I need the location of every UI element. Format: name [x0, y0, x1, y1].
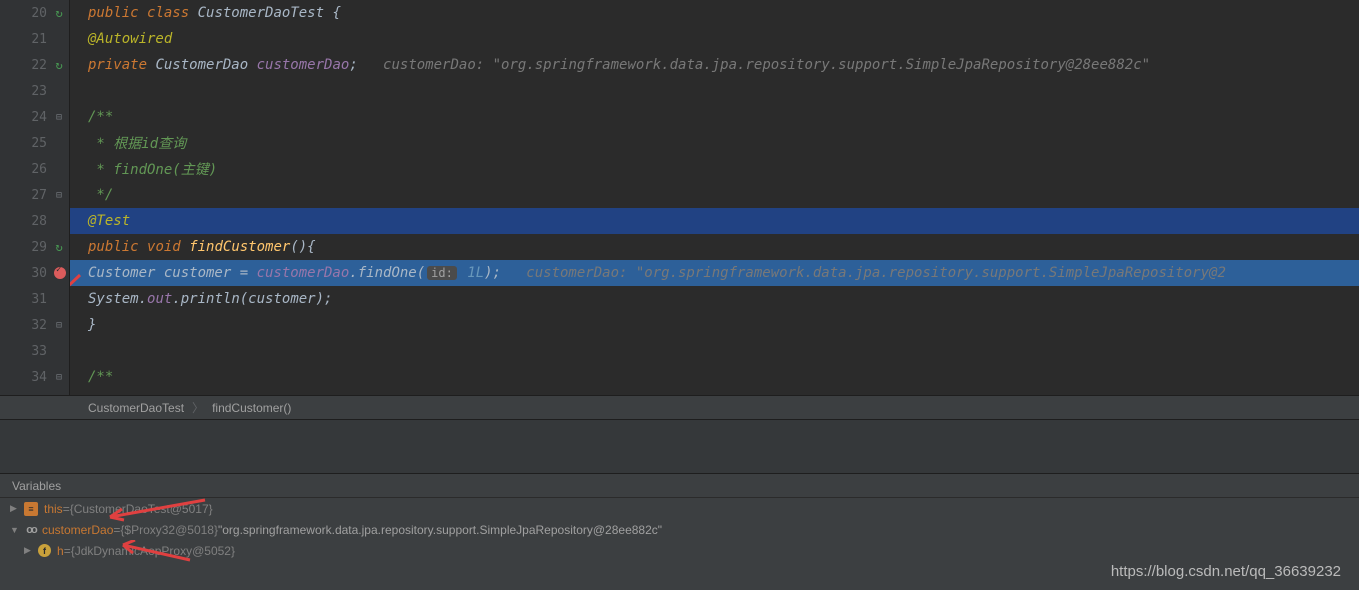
gutter-row[interactable]: 34⊟ [0, 364, 69, 390]
field-icon: f [38, 544, 51, 557]
gutter-row[interactable]: 26 [0, 156, 69, 182]
code-line[interactable] [70, 78, 1359, 104]
code-line[interactable]: } [70, 312, 1359, 338]
gutter: 20↻ 21 22↻ 23 24⊟ 25 26 27⊟ 28 29↻ 30 31… [0, 0, 70, 395]
run-icon[interactable]: ↻ [51, 57, 67, 73]
variable-value: {JdkDynamicAopProxy@5052} [71, 544, 235, 558]
fold-icon[interactable]: ⊟ [51, 109, 67, 125]
fold-icon[interactable]: ⊟ [51, 187, 67, 203]
code-line[interactable] [70, 338, 1359, 364]
code-line[interactable]: @Autowired [70, 26, 1359, 52]
code-line-current[interactable]: Customer customer = customerDao.findOne(… [70, 260, 1359, 286]
object-icon: oo [24, 523, 38, 537]
gutter-row[interactable]: 27⊟ [0, 182, 69, 208]
tree-toggle-icon[interactable]: ▼ [10, 525, 24, 535]
code-line[interactable]: private CustomerDao customerDao; custome… [70, 52, 1359, 78]
breakpoint-icon[interactable] [54, 267, 66, 279]
panel-spacer [0, 419, 1359, 473]
breadcrumb-separator: 〉 [192, 399, 204, 416]
gutter-row[interactable]: 30 [0, 260, 69, 286]
variable-value: {$Proxy32@5018} [120, 523, 218, 537]
gutter-row[interactable]: 28 [0, 208, 69, 234]
tree-toggle-icon[interactable]: ▶ [24, 545, 38, 556]
code-line[interactable]: */ [70, 182, 1359, 208]
this-icon: ≡ [24, 502, 38, 516]
gutter-row[interactable]: 31 [0, 286, 69, 312]
editor-area: 20↻ 21 22↻ 23 24⊟ 25 26 27⊟ 28 29↻ 30 31… [0, 0, 1359, 395]
fold-icon[interactable]: ⊟ [51, 369, 67, 385]
gutter-row[interactable]: 29↻ [0, 234, 69, 260]
breadcrumb-class[interactable]: CustomerDaoTest [88, 401, 184, 415]
gutter-row[interactable]: 22↻ [0, 52, 69, 78]
code-line[interactable]: public void findCustomer(){ [70, 234, 1359, 260]
variable-name: this [44, 502, 63, 516]
run-icon[interactable]: ↻ [51, 239, 67, 255]
gutter-row[interactable]: 21 [0, 26, 69, 52]
gutter-row[interactable]: 20↻ [0, 0, 69, 26]
variable-row[interactable]: ▶ f h = {JdkDynamicAopProxy@5052} [0, 540, 1359, 561]
variable-name: customerDao [42, 523, 113, 537]
code-line[interactable]: * 根据id查询 [70, 130, 1359, 156]
fold-icon[interactable]: ⊟ [51, 317, 67, 333]
variable-value: {CustomerDaoTest@5017} [70, 502, 213, 516]
code-area[interactable]: public class CustomerDaoTest { @Autowire… [70, 0, 1359, 395]
code-line[interactable]: * findOne(主键) [70, 156, 1359, 182]
variable-row[interactable]: ▶ ≡ this = {CustomerDaoTest@5017} [0, 498, 1359, 519]
variable-string: "org.springframework.data.jpa.repository… [218, 523, 662, 537]
run-icon[interactable]: ↻ [51, 5, 67, 21]
gutter-row[interactable]: 33 [0, 338, 69, 364]
code-line[interactable]: public class CustomerDaoTest { [70, 0, 1359, 26]
gutter-row[interactable]: 24⊟ [0, 104, 69, 130]
variable-name: h [57, 544, 64, 558]
code-line[interactable]: /** [70, 104, 1359, 130]
gutter-row[interactable]: 32⊟ [0, 312, 69, 338]
watermark: https://blog.csdn.net/qq_36639232 [1111, 563, 1341, 580]
code-line[interactable]: /** [70, 364, 1359, 390]
breadcrumb-method[interactable]: findCustomer() [212, 401, 291, 415]
tree-toggle-icon[interactable]: ▶ [10, 503, 24, 514]
variables-header: Variables [0, 474, 1359, 498]
code-line[interactable]: System.out.println(customer); [70, 286, 1359, 312]
code-line[interactable]: @Test [70, 208, 1359, 234]
gutter-row[interactable]: 23 [0, 78, 69, 104]
breadcrumb[interactable]: CustomerDaoTest 〉 findCustomer() [0, 395, 1359, 419]
variable-row[interactable]: ▼ oo customerDao = {$Proxy32@5018} "org.… [0, 519, 1359, 540]
param-hint: id: [427, 266, 457, 280]
gutter-row[interactable]: 25 [0, 130, 69, 156]
